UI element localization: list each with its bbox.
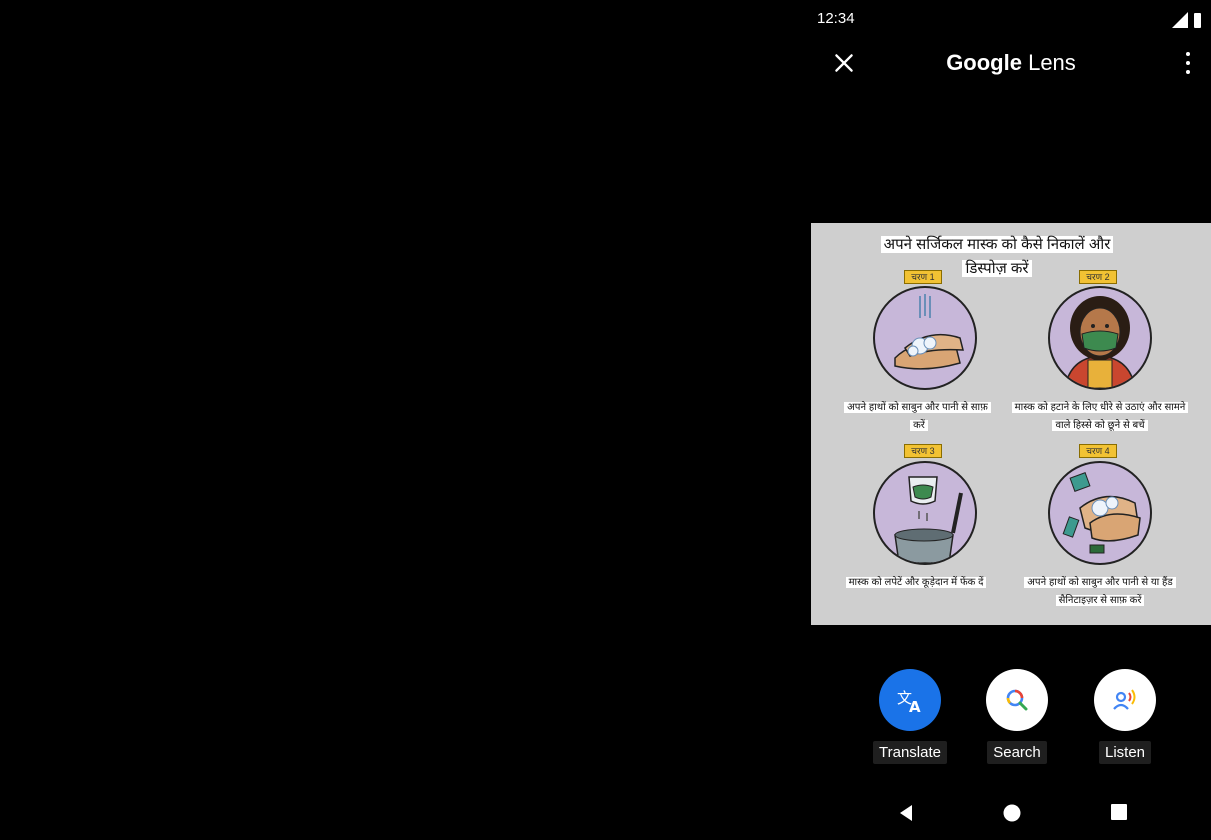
search-action[interactable]: Search xyxy=(977,669,1057,764)
listen-action[interactable]: Listen xyxy=(1085,669,1165,764)
signal-icon xyxy=(1172,12,1188,28)
search-icon xyxy=(1006,689,1028,711)
status-icons xyxy=(1172,12,1201,28)
translate-button[interactable]: 文 A xyxy=(879,669,941,731)
home-icon[interactable] xyxy=(1003,804,1021,822)
svg-text:A: A xyxy=(909,698,921,715)
step-illustration-sanitize xyxy=(1048,461,1152,565)
step-caption: अपने हाथों को साबुन और पानी से या हैंड स… xyxy=(1011,572,1189,608)
search-button[interactable] xyxy=(986,669,1048,731)
empty-display-area xyxy=(0,0,811,840)
app-bar: Google Lens xyxy=(811,40,1211,86)
step-caption-text: मास्क को लपेटें और कूड़ेदान में फेंक दें xyxy=(845,577,987,588)
step-tag: चरण 4 xyxy=(1079,444,1117,458)
app-title-rest: Lens xyxy=(1021,50,1076,75)
step-tag: चरण 3 xyxy=(904,444,942,458)
step-illustration-mask-removal xyxy=(1048,286,1152,390)
back-icon[interactable] xyxy=(898,804,914,822)
app-title-brand: Google xyxy=(946,50,1022,75)
recents-icon[interactable] xyxy=(1111,804,1127,820)
app-title: Google Lens xyxy=(811,50,1211,76)
captured-image[interactable]: अपने सर्जिकल मास्क को कैसे निकालें और डि… xyxy=(811,223,1211,625)
step-caption: अपने हाथों को साबुन और पानी से साफ़ करें xyxy=(839,397,999,433)
status-time: 12:34 xyxy=(817,10,855,27)
battery-icon xyxy=(1194,13,1201,28)
search-label: Search xyxy=(987,741,1047,764)
step-caption-text: अपने हाथों को साबुन और पानी से या हैंड स… xyxy=(1024,577,1176,606)
step-caption-text: मास्क को हटाने के लिए धीरे से उठाएं और स… xyxy=(1011,402,1189,431)
status-bar: 12:34 xyxy=(811,0,1211,36)
step-illustration-trash xyxy=(873,461,977,565)
step-illustration-handwash xyxy=(873,286,977,390)
system-nav-bar xyxy=(811,790,1211,840)
listen-label: Listen xyxy=(1098,741,1152,764)
listen-button[interactable] xyxy=(1094,669,1156,731)
listen-icon xyxy=(1113,689,1136,710)
translate-icon: 文 A xyxy=(897,689,921,715)
step-caption-text: अपने हाथों को साबुन और पानी से साफ़ करें xyxy=(844,402,991,431)
more-options-icon[interactable] xyxy=(1185,50,1191,76)
step-tag: चरण 2 xyxy=(1079,270,1117,284)
lens-actions: 文 A Translate Search Listen xyxy=(811,669,1211,769)
step-tag: चरण 1 xyxy=(904,270,942,284)
step-caption: मास्क को हटाने के लिए धीरे से उठाएं और स… xyxy=(1011,397,1189,433)
phone-screen: 12:34 Google Lens अपने सर्जिकल मास्क को … xyxy=(811,0,1211,840)
step-caption: मास्क को लपेटें और कूड़ेदान में फेंक दें xyxy=(841,572,991,590)
translate-action[interactable]: 文 A Translate xyxy=(870,669,950,764)
translate-label: Translate xyxy=(873,741,947,764)
